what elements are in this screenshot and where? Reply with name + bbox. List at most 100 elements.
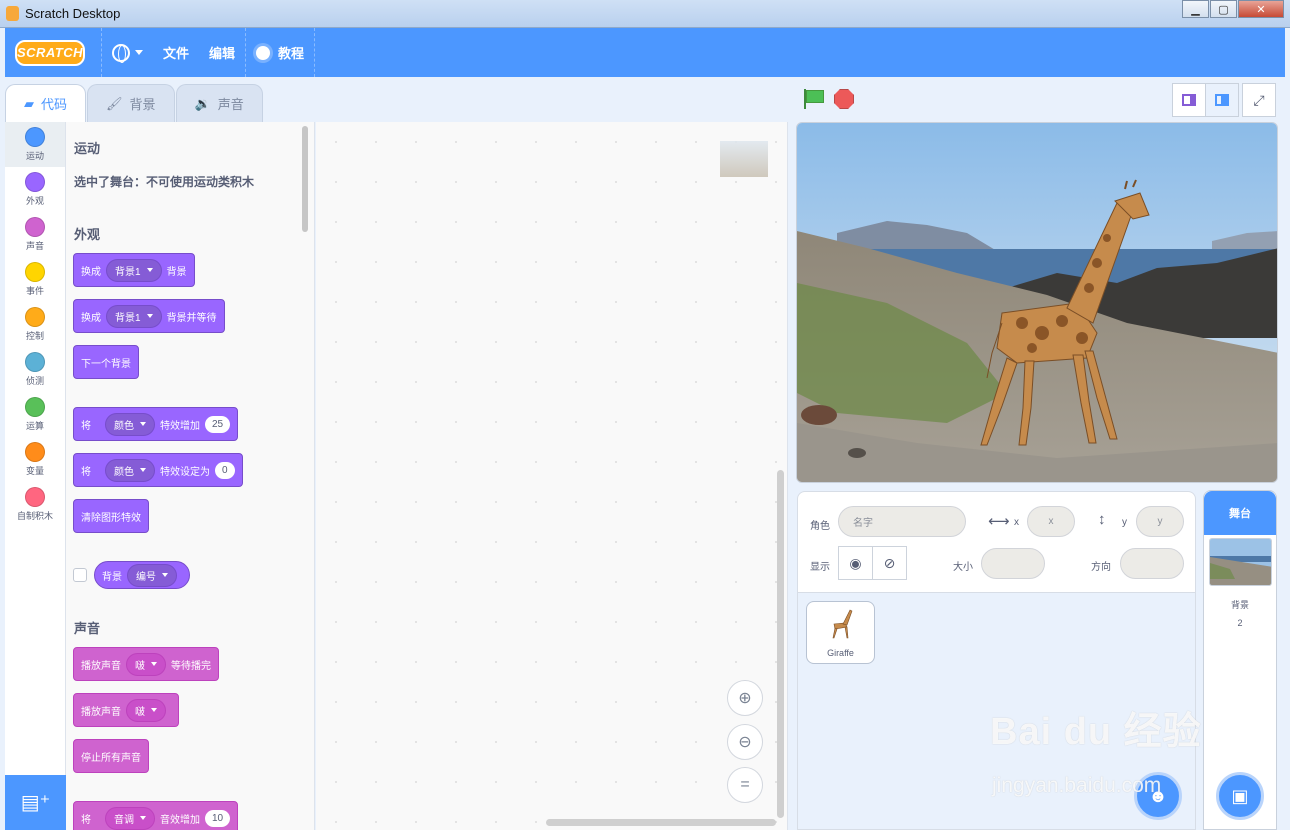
dropdown-value: 啵: [135, 706, 145, 718]
block-stop-all-sounds[interactable]: 停止所有声音: [73, 739, 149, 773]
sprite-info-pane: 角色 名字 ⟷ x x ↕ y y 显示 ◉ ⊘ 大小 方向: [797, 491, 1196, 593]
category-label: 声音: [25, 241, 44, 251]
tab-sounds[interactable]: 🔉 声音: [175, 84, 263, 122]
effect-dropdown[interactable]: 颜色: [105, 458, 155, 482]
category-events[interactable]: 事件: [5, 257, 65, 302]
eye-slash-icon: ⊘: [883, 554, 896, 571]
close-button[interactable]: ✕: [1238, 0, 1284, 18]
x-position-field[interactable]: x: [1027, 506, 1075, 537]
add-extension-button[interactable]: ▤⁺: [5, 775, 66, 830]
tab-backdrops[interactable]: 🖌 背景: [87, 84, 175, 122]
chevron-down-icon: [151, 662, 157, 666]
fullscreen-button[interactable]: ⤢: [1242, 83, 1276, 117]
block-next-backdrop[interactable]: 下一个背景: [73, 345, 139, 379]
vertical-arrows-icon: ↕: [1098, 511, 1106, 528]
backdrop-thumbnail: [1209, 538, 1272, 586]
tab-code-label: 代码: [41, 97, 68, 112]
block-clear-graphic-effects[interactable]: 清除图形特效: [73, 499, 149, 533]
block-text: 等待播完: [171, 660, 211, 672]
window-controls: ▁ ▢ ✕: [1181, 0, 1284, 18]
maximize-button[interactable]: ▢: [1210, 0, 1237, 18]
effect-dropdown[interactable]: 颜色: [105, 412, 155, 436]
scratch-logo[interactable]: SCRATCH: [15, 39, 85, 66]
green-flag-button[interactable]: [802, 88, 824, 110]
zoom-reset-icon: =: [740, 776, 750, 793]
category-my-blocks[interactable]: 自制积木: [5, 482, 65, 527]
category-dot: [25, 127, 45, 147]
block-text: 换成: [81, 266, 101, 278]
backdrop-thumbnail-image: [1210, 539, 1271, 585]
minimize-button[interactable]: ▁: [1182, 0, 1209, 18]
category-dot: [25, 217, 45, 237]
block-text: 停止所有声音: [81, 752, 141, 764]
show-sprite-button[interactable]: ◉: [838, 546, 873, 580]
dropdown-value: 颜色: [114, 420, 134, 432]
block-switch-backdrop-and-wait[interactable]: 换成 背景1 背景并等待: [73, 299, 225, 333]
script-horizontal-scrollbar[interactable]: [546, 819, 776, 826]
direction-field[interactable]: [1120, 548, 1184, 579]
dropdown-value: 音调: [114, 814, 134, 826]
sound-effect-amount-input[interactable]: 10: [205, 809, 231, 827]
edit-menu[interactable]: 编辑: [199, 28, 245, 77]
block-change-pitch-effect[interactable]: 将 音调 音效增加 10: [73, 801, 239, 830]
hide-sprite-button[interactable]: ⊘: [872, 546, 907, 580]
category-label: 自制积木: [16, 511, 53, 521]
block-text: 音效增加: [160, 814, 200, 826]
zoom-out-button[interactable]: ⊖: [727, 724, 763, 760]
block-set-effect[interactable]: 将 颜色 特效设定为 0: [73, 453, 243, 487]
size-field[interactable]: [981, 548, 1045, 579]
block-play-sound-until-done[interactable]: 播放声音 啵 等待播完: [73, 647, 219, 681]
effect-amount-input[interactable]: 25: [205, 415, 231, 433]
normal-stage-button[interactable]: [1205, 83, 1239, 117]
choose-backdrop-button[interactable]: ▣: [1216, 772, 1264, 820]
sound-dropdown[interactable]: 啵: [126, 652, 166, 676]
backdrop-reporter-checkbox[interactable]: [73, 568, 87, 582]
sprite-card-giraffe[interactable]: Giraffe: [806, 601, 875, 664]
category-sensing[interactable]: 侦测: [5, 347, 65, 392]
category-operators[interactable]: 运算: [5, 392, 65, 437]
block-backdrop-reporter[interactable]: 背景 编号: [94, 561, 190, 589]
backdrop-dropdown[interactable]: 背景1: [106, 304, 162, 328]
category-label: 事件: [25, 286, 44, 296]
y-position-field[interactable]: y: [1136, 506, 1184, 537]
zoom-reset-button[interactable]: =: [727, 767, 763, 803]
x-label: x: [1014, 517, 1019, 528]
sound-dropdown[interactable]: 啵: [126, 698, 166, 722]
script-vertical-scrollbar[interactable]: [777, 470, 784, 818]
file-menu[interactable]: 文件: [153, 28, 199, 77]
tutorials-menu[interactable]: 教程: [246, 28, 314, 77]
category-looks[interactable]: 外观: [5, 167, 65, 212]
block-start-sound[interactable]: 播放声音 啵: [73, 693, 179, 727]
sprite-name-field[interactable]: 名字: [838, 506, 966, 537]
backdrop-dropdown[interactable]: 背景1: [106, 258, 162, 282]
small-stage-button[interactable]: [1172, 83, 1206, 117]
fullscreen-icon: ⤢: [1253, 91, 1265, 108]
effect-value-input[interactable]: 0: [215, 461, 235, 479]
block-switch-backdrop[interactable]: 换成 背景1 背景: [73, 253, 195, 287]
palette-scrollbar[interactable]: [302, 126, 308, 232]
script-area[interactable]: ⊕ ⊖ =: [316, 122, 788, 830]
giraffe-thumbnail: [832, 609, 853, 639]
category-dot: [25, 397, 45, 417]
category-sound[interactable]: 声音: [5, 212, 65, 257]
category-control[interactable]: 控制: [5, 302, 65, 347]
category-variables[interactable]: 变量: [5, 437, 65, 482]
scratch-app-icon: [6, 6, 19, 21]
category-dot: [25, 307, 45, 327]
category-motion[interactable]: 运动: [5, 122, 65, 167]
chevron-down-icon: [146, 314, 153, 318]
stage-selector-title: 舞台: [1204, 491, 1276, 535]
tutorials-label: 教程: [278, 46, 305, 61]
zoom-in-button[interactable]: ⊕: [727, 680, 763, 716]
chevron-down-icon: [151, 708, 157, 712]
block-text: 特效增加: [160, 420, 200, 432]
direction-label: 方向: [1091, 562, 1111, 573]
language-menu[interactable]: [102, 28, 153, 77]
tab-code[interactable]: ▰ 代码: [5, 84, 87, 122]
stop-button[interactable]: [834, 89, 854, 109]
block-change-effect[interactable]: 将 颜色 特效增加 25: [73, 407, 239, 441]
stage-canvas[interactable]: [796, 122, 1278, 483]
sound-effect-dropdown[interactable]: 音调: [105, 806, 155, 830]
selected-target-thumbnail: [720, 141, 768, 177]
backdrop-property-dropdown[interactable]: 编号: [127, 563, 177, 587]
